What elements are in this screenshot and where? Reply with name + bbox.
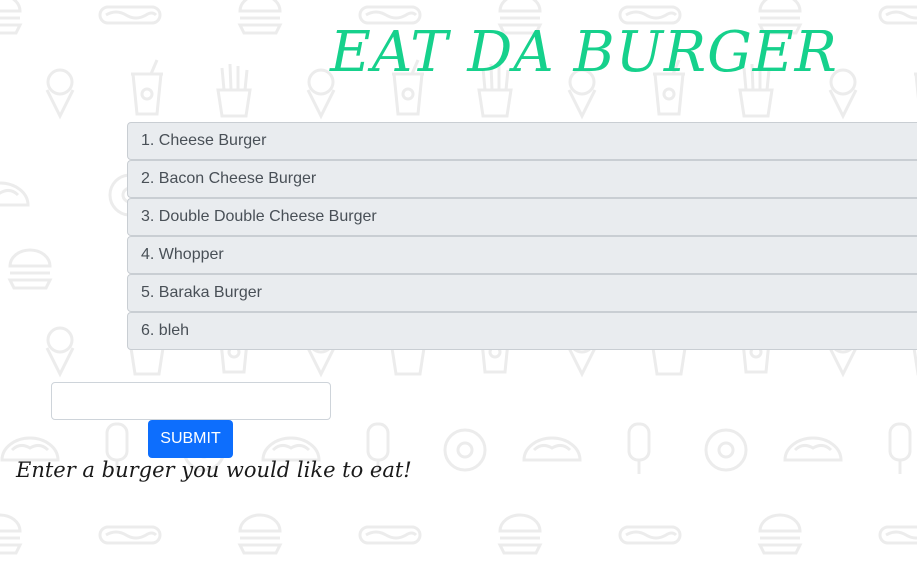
burger-list-item[interactable]: 1. Cheese Burger — [127, 122, 917, 160]
pattern-food-icon — [238, 513, 282, 555]
page: EAT DA BURGER 1. Cheese Burger 2. Bacon … — [0, 0, 917, 584]
page-title: EAT DA BURGER — [330, 20, 838, 85]
burger-list: 1. Cheese Burger 2. Bacon Cheese Burger … — [127, 122, 917, 350]
pattern-food-icon — [878, 525, 917, 545]
pattern-food-icon — [0, 513, 22, 555]
pattern-food-icon — [758, 513, 802, 555]
burger-list-item[interactable]: 4. Whopper — [127, 236, 917, 274]
burger-list-item[interactable]: 3. Double Double Cheese Burger — [127, 198, 917, 236]
pattern-food-icon — [522, 436, 582, 462]
pattern-food-icon — [618, 525, 682, 545]
pattern-food-icon — [0, 436, 60, 462]
pattern-food-icon — [888, 422, 912, 476]
pattern-food-icon — [238, 0, 282, 35]
pattern-food-icon — [98, 5, 162, 25]
burger-list-item[interactable]: 6. bleh — [127, 312, 917, 350]
pattern-food-icon — [443, 428, 487, 472]
pattern-food-icon — [358, 525, 422, 545]
pattern-food-icon — [0, 0, 22, 35]
burger-list-item[interactable]: 5. Baraka Burger — [127, 274, 917, 312]
burger-prompt-text: Enter a burger you would like to eat! — [16, 458, 412, 482]
pattern-food-icon — [627, 422, 651, 476]
pattern-food-icon — [45, 326, 75, 376]
pattern-food-icon — [45, 68, 75, 118]
pattern-food-icon — [783, 436, 843, 462]
burger-list-item[interactable]: 2. Bacon Cheese Burger — [127, 160, 917, 198]
burger-name-input[interactable] — [51, 382, 331, 420]
pattern-food-icon — [704, 428, 748, 472]
submit-button[interactable]: SUBMIT — [148, 420, 233, 458]
pattern-food-icon — [98, 525, 162, 545]
pattern-food-icon — [216, 62, 252, 118]
pattern-food-icon — [8, 248, 52, 290]
pattern-food-icon — [498, 513, 542, 555]
pattern-food-icon — [878, 5, 917, 25]
pattern-food-icon — [261, 436, 321, 462]
pattern-food-icon — [0, 181, 30, 207]
pattern-food-icon — [129, 58, 165, 116]
